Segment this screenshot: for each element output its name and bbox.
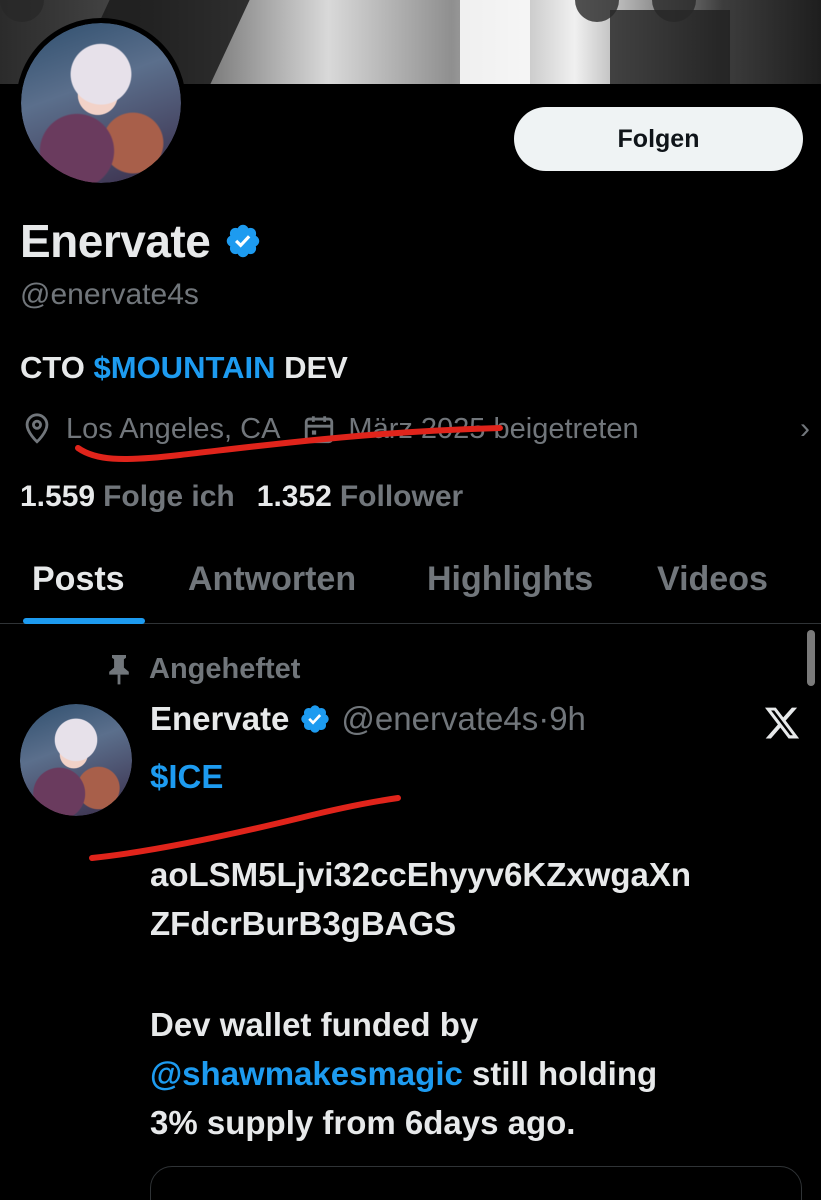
profile-avatar[interactable] [16,18,186,188]
post-media-card[interactable] [150,1166,802,1200]
post-cashtag-link[interactable]: $ICE [150,752,810,801]
verified-badge-icon [301,705,330,733]
following-label: Folge ich [103,480,235,513]
profile-tabs: Posts Antworten Highlights Videos [0,548,821,624]
following-count: 1.559 [20,480,96,513]
post-author-avatar[interactable] [20,704,132,816]
tab-highlights[interactable]: Highlights [427,548,593,599]
followers-count: 1.352 [256,480,332,513]
tab-videos[interactable]: Videos [657,548,768,599]
active-tab-indicator [23,618,145,624]
following-stat[interactable]: 1.559 Folge ich [20,480,235,514]
profile-bio: CTO $MOUNTAIN DEV [20,350,348,386]
tab-antworten[interactable]: Antworten [188,548,356,599]
mention-link[interactable]: @shawmakesmagic [150,1055,463,1092]
contract-address-line1: aoLSM5Ljvi32ccEhyyv6KZxwgaXn [150,856,692,893]
calendar-icon [305,416,334,444]
post-author-name[interactable]: Enervate [150,700,289,738]
pin-icon [109,655,129,685]
location-text: Los Angeles, CA [66,412,281,445]
post-header: Enervate @enervate4s · 9h [150,700,586,738]
back-button[interactable] [0,0,44,22]
verified-badge-icon [227,224,260,258]
display-name: Enervate [20,215,211,267]
chevron-right-icon[interactable]: › [800,412,810,446]
post-text-line1: Dev wallet funded by [150,1006,479,1043]
profile-handle: @enervate4s [20,278,199,311]
scrollbar[interactable] [807,630,815,686]
post-body: $ICE aoLSM5Ljvi32ccEhyyv6KZxwgaXn ZFdcrB… [150,752,810,1147]
post-separator: · [538,700,550,737]
followers-label: Follower [339,480,464,513]
post-text-line3: 3% supply from 6days ago. [150,1104,576,1141]
profile-meta: Los Angeles, CA März 2025 beigetreten [20,412,639,446]
profile-name-row: Enervate [20,214,262,268]
pinned-label: Angeheftet [105,652,300,686]
followers-stat[interactable]: 1.352 Follower [257,480,463,514]
follow-button[interactable]: Folgen [514,107,803,171]
contract-address-line2: ZFdcrBurB3gBAGS [150,905,457,942]
bio-cashtag-link[interactable]: $MOUNTAIN [94,350,276,385]
bio-text-suffix: DEV [275,350,348,385]
post-text-line2: still holding [462,1055,658,1092]
x-logo-icon[interactable] [763,704,801,742]
bio-text: CTO [20,350,94,385]
post-time[interactable]: 9h [549,700,586,738]
post-author-handle[interactable]: @enervate4s [341,700,538,738]
profile-stats: 1.559 Folge ich 1.352 Follower [20,480,463,514]
location-pin-icon [25,413,49,444]
pinned-text: Angeheftet [149,652,301,685]
joined-text: März 2025 beigetreten [348,412,639,445]
tab-posts[interactable]: Posts [32,548,125,599]
